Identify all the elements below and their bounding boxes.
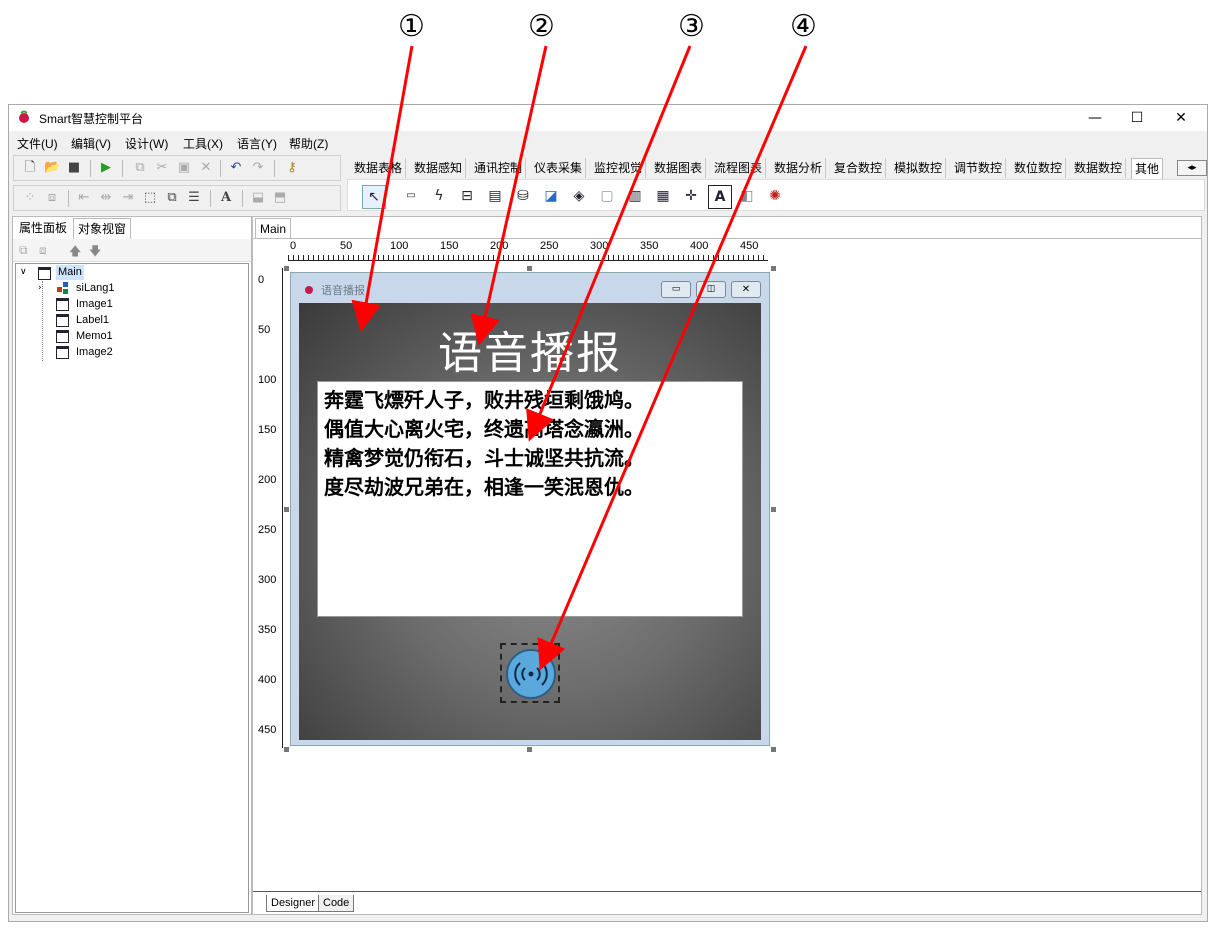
annotation-arrows xyxy=(351,45,808,671)
arrow-2 xyxy=(470,45,548,346)
arrow-1 xyxy=(351,45,414,332)
arrow-4 xyxy=(537,45,808,671)
